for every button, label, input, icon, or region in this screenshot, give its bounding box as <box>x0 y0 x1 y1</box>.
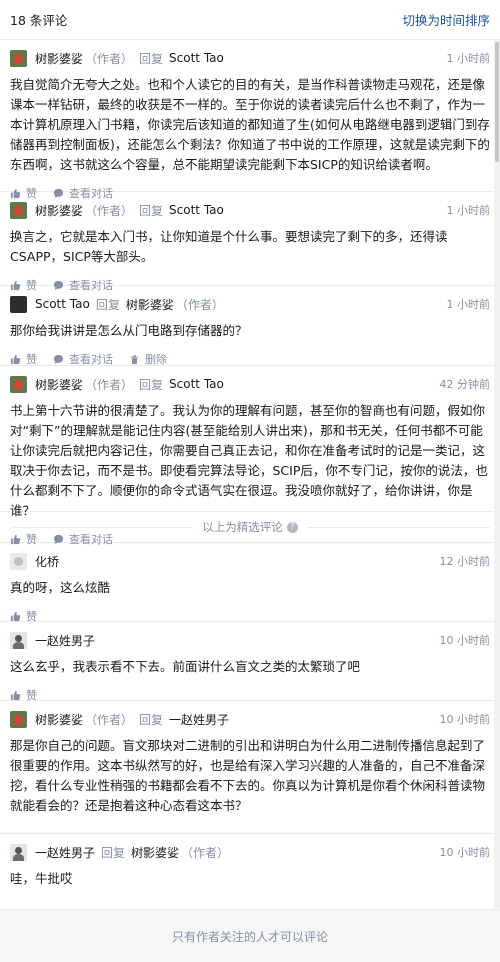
reply-to-name[interactable]: 一赵姓男子 <box>169 711 229 728</box>
comment-text: 那是你自己的问题。盲文那块对二进制的引出和讲明白为什么用二进制传播信息起到了很重… <box>10 738 486 813</box>
comment-time: 10 小时前 <box>439 713 491 726</box>
view-dialog-button[interactable]: 查看对话 <box>53 351 113 367</box>
comment-time: 42 分钟前 <box>439 378 491 391</box>
author-name[interactable]: 一赵姓男子 <box>35 632 95 649</box>
reply-label: 回复 <box>101 845 126 860</box>
comment-meta: 树影婆娑 （作者） 回复 Scott Tao 42 分钟前 <box>10 375 490 393</box>
author-name[interactable]: 化桥 <box>35 553 59 570</box>
author-tag: （作者） <box>181 845 230 860</box>
comment-text: 这么玄乎，我表示看不下去。前面讲什么盲文之类的太繁琐了吧 <box>10 659 361 674</box>
comment-item: 树影婆娑 （作者） 回复 Scott Tao 1 小时前 我自觉简介无夸大之处。… <box>0 40 500 200</box>
reply-label: 回复 <box>139 51 164 66</box>
reply-to-name[interactable]: Scott Tao <box>169 51 224 65</box>
avatar[interactable] <box>10 843 27 861</box>
avatar[interactable] <box>10 710 27 728</box>
trash-icon <box>130 354 139 364</box>
author-name[interactable]: 树影婆娑 <box>35 711 83 728</box>
comment-time: 12 小时前 <box>439 555 491 568</box>
avatar[interactable] <box>10 201 27 219</box>
author-name[interactable]: 树影婆娑 <box>35 376 83 393</box>
sort-switch-link[interactable]: 切换为时间排序 <box>402 10 490 29</box>
reply-label: 回复 <box>139 377 164 392</box>
reply-label: 回复 <box>139 203 164 218</box>
footer-note: 只有作者关注的人才可以评论 <box>171 929 328 944</box>
comment-meta: 化桥 12 小时前 <box>10 552 490 570</box>
reply-to-name[interactable]: Scott Tao <box>169 377 224 391</box>
comment-item: 化桥 12 小时前 真的呀，这么炫酷 赞 <box>0 543 500 623</box>
comment-item: 树影婆娑 （作者） 回复 Scott Tao 1 小时前 换言之，它就是本入门书… <box>0 192 500 292</box>
reply-to-name[interactable]: 树影婆娑 <box>131 844 179 861</box>
comment-list: 树影婆娑 （作者） 回复 Scott Tao 1 小时前 我自觉简介无夸大之处。… <box>0 40 500 904</box>
comment-text: 那你给我讲讲是怎么从门电路到存储器的？ <box>10 323 248 338</box>
scrollbar[interactable] <box>494 40 500 908</box>
author-tag: （作者） <box>85 51 134 66</box>
comment-meta: 树影婆娑 （作者） 回复 一赵姓男子 10 小时前 <box>10 710 490 728</box>
author-name[interactable]: Scott Tao <box>35 297 90 311</box>
reply-label: 回复 <box>95 297 120 312</box>
comment-text: 我自觉简介无夸大之处。也和个人读它的目的有关，是当作科普读物走马观花，还是像课本… <box>10 77 490 172</box>
delete-button[interactable]: 删除 <box>129 351 167 367</box>
reply-to-name[interactable]: 树影婆娑 <box>126 296 174 313</box>
thumbs-up-icon <box>10 690 21 700</box>
author-name[interactable]: 树影婆娑 <box>35 50 83 67</box>
comment-time: 1 小时前 <box>446 52 491 65</box>
scrollbar-thumb[interactable] <box>495 42 499 162</box>
comment-meta: 一赵姓男子 回复 树影婆娑 （作者） 10 小时前 <box>10 843 490 861</box>
reply-label: 回复 <box>139 712 164 727</box>
like-label: 赞 <box>26 353 37 366</box>
comment-time: 10 小时前 <box>439 634 491 647</box>
comment-text: 换言之，它就是本入门书，让你知道是个什么事。要想读完了剩下的多，还得读CSAPP… <box>10 229 448 264</box>
comment-item: 树影婆娑 （作者） 回复 Scott Tao 42 分钟前 书上第十六节讲的很清… <box>0 366 500 546</box>
reply-to-name[interactable]: Scott Tao <box>169 203 224 217</box>
avatar[interactable] <box>10 295 27 313</box>
author-tag: （作者） <box>85 203 134 218</box>
comment-meta: 树影婆娑 （作者） 回复 Scott Tao 1 小时前 <box>10 49 490 67</box>
avatar[interactable] <box>10 375 27 393</box>
view-dialog-label: 查看对话 <box>69 353 113 366</box>
comments-header: 18 条评论 切换为时间排序 <box>0 0 500 40</box>
avatar[interactable] <box>10 552 27 570</box>
comment-item: 树影婆娑 （作者） 回复 一赵姓男子 10 小时前 那是你自己的问题。盲文那块对… <box>0 701 500 834</box>
comment-text: 哇，牛批哎 <box>10 871 73 886</box>
comment-time: 10 小时前 <box>439 846 491 859</box>
comment-time: 1 小时前 <box>446 204 491 217</box>
comment-item: Scott Tao 回复 树影婆娑 （作者） 1 小时前 那你给我讲讲是怎么从门… <box>0 286 500 366</box>
comment-meta: 一赵姓男子 10 小时前 <box>10 631 490 649</box>
author-tag: （作者） <box>85 712 134 727</box>
author-name[interactable]: 一赵姓男子 <box>35 844 95 861</box>
avatar[interactable] <box>10 631 27 649</box>
comment-text: 真的呀，这么炫酷 <box>10 580 111 595</box>
comment-meta: Scott Tao 回复 树影婆娑 （作者） 1 小时前 <box>10 295 490 313</box>
chat-bubble-icon <box>53 354 64 364</box>
thumbs-up-icon <box>10 354 21 364</box>
comment-count: 18 条评论 <box>10 13 68 28</box>
delete-label: 删除 <box>145 353 167 366</box>
author-name[interactable]: 树影婆娑 <box>35 202 83 219</box>
comment-time: 1 小时前 <box>446 298 491 311</box>
comment-item: 一赵姓男子 回复 树影婆娑 （作者） 10 小时前 哇，牛批哎 <box>0 834 500 904</box>
comment-item: 一赵姓男子 10 小时前 这么玄乎，我表示看不下去。前面讲什么盲文之类的太繁琐了… <box>0 622 500 702</box>
comment-footer: 只有作者关注的人才可以评论 <box>0 909 500 962</box>
comment-text: 书上第十六节讲的很清楚了。我认为你的理解有问题，甚至你的智商也有问题，假如你对“… <box>10 403 488 518</box>
comment-meta: 树影婆娑 （作者） 回复 Scott Tao 1 小时前 <box>10 201 490 219</box>
thumbs-up-icon <box>10 611 21 621</box>
like-button[interactable]: 赞 <box>10 351 37 367</box>
author-tag: （作者） <box>85 377 134 392</box>
author-tag: （作者） <box>175 297 224 312</box>
avatar[interactable] <box>10 49 27 67</box>
